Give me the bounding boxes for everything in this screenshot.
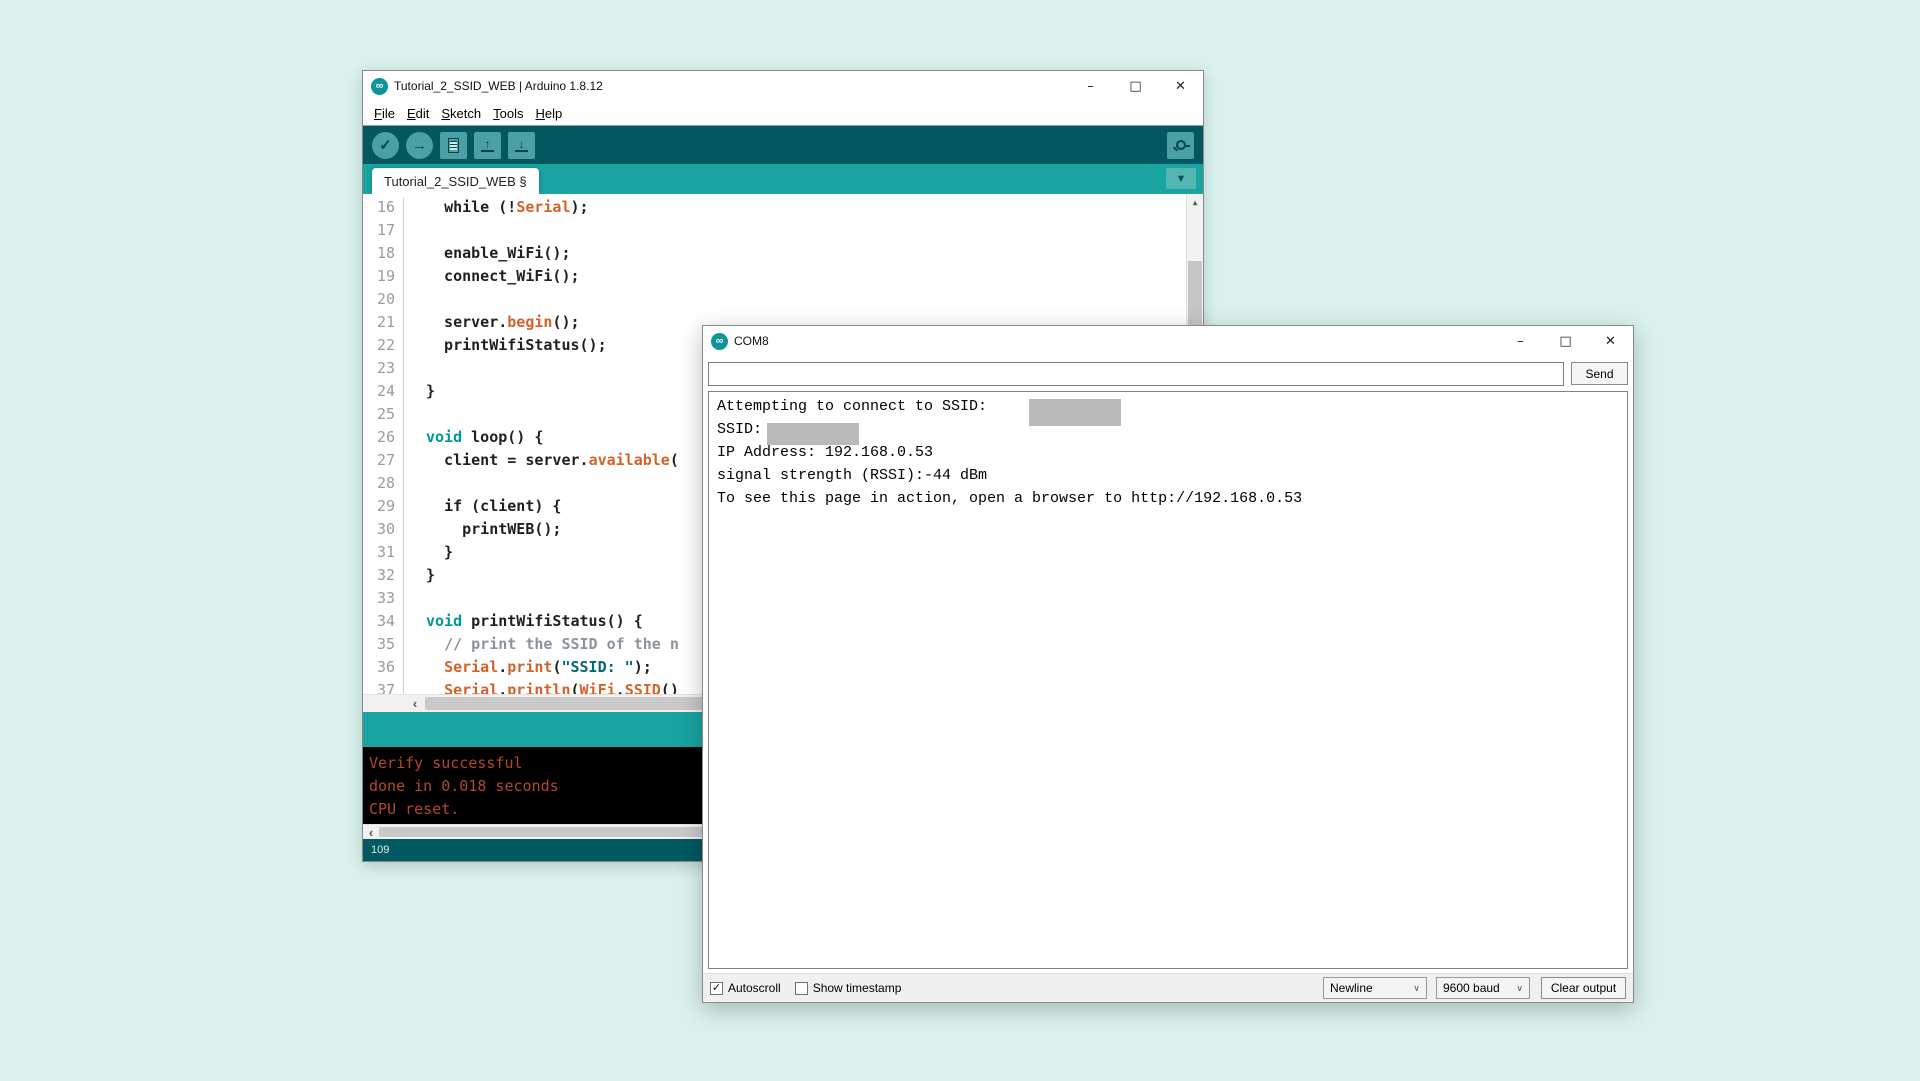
- tab-list-button[interactable]: ▼: [1166, 168, 1196, 189]
- close-button[interactable]: ✕: [1158, 71, 1203, 101]
- serial-monitor-window: ∞ COM8 – □ ✕ Send Attempting to connect …: [702, 325, 1634, 1003]
- scroll-left-icon[interactable]: ‹: [363, 825, 379, 839]
- arduino-logo-icon: ∞: [371, 78, 388, 95]
- scroll-up-icon[interactable]: ▲: [1187, 194, 1203, 211]
- up-arrow-icon: ↑: [481, 139, 494, 152]
- maximize-button[interactable]: □: [1113, 71, 1158, 101]
- minimize-button[interactable]: –: [1068, 71, 1113, 101]
- serial-monitor-controls: ✓ Autoscroll Show timestamp Newline ∨ 96…: [703, 973, 1633, 1002]
- baud-rate-select[interactable]: 9600 baud ∨: [1436, 977, 1530, 999]
- arduino-titlebar[interactable]: ∞ Tutorial_2_SSID_WEB | Arduino 1.8.12 –…: [363, 71, 1203, 101]
- sketch-tab-bar: Tutorial_2_SSID_WEB § ▼: [363, 164, 1203, 194]
- close-button[interactable]: ✕: [1588, 326, 1633, 356]
- serial-output-text: Attempting to connect to SSID:SSID:IP Ad…: [709, 392, 1627, 513]
- window-title: Tutorial_2_SSID_WEB | Arduino 1.8.12: [394, 79, 603, 93]
- redacted-text-block: [1029, 399, 1121, 426]
- menu-tools[interactable]: Tools: [487, 106, 529, 121]
- baud-rate-value: 9600 baud: [1443, 981, 1500, 995]
- line-ending-value: Newline: [1330, 981, 1373, 995]
- send-button[interactable]: Send: [1571, 362, 1628, 385]
- clear-output-button[interactable]: Clear output: [1541, 977, 1626, 999]
- serial-output-area[interactable]: Attempting to connect to SSID:SSID:IP Ad…: [708, 391, 1628, 969]
- scroll-left-icon[interactable]: ‹: [407, 695, 423, 712]
- show-timestamp-label: Show timestamp: [813, 981, 902, 995]
- new-sketch-button[interactable]: [440, 132, 467, 159]
- serial-output-line: IP Address: 192.168.0.53: [717, 444, 1627, 467]
- show-timestamp-checkbox[interactable]: [795, 982, 808, 995]
- down-arrow-icon: ↓: [515, 139, 528, 152]
- code-line: 16 while (!Serial);: [363, 198, 1203, 221]
- arduino-logo-icon: ∞: [711, 333, 728, 350]
- menu-help[interactable]: Help: [529, 106, 568, 121]
- code-line: 18 enable_WiFi();: [363, 244, 1203, 267]
- line-ending-select[interactable]: Newline ∨: [1323, 977, 1427, 999]
- chevron-down-icon: ∨: [1413, 983, 1420, 994]
- autoscroll-checkbox[interactable]: ✓: [710, 982, 723, 995]
- menu-sketch[interactable]: Sketch: [435, 106, 487, 121]
- maximize-button[interactable]: □: [1543, 326, 1588, 356]
- chevron-down-icon: ▼: [1176, 173, 1187, 185]
- board-line-indicator: 109: [371, 844, 389, 856]
- serial-output-line: Attempting to connect to SSID:: [717, 398, 1627, 421]
- serial-titlebar[interactable]: ∞ COM8 – □ ✕: [703, 326, 1633, 356]
- autoscroll-toggle[interactable]: ✓ Autoscroll: [710, 981, 781, 995]
- ide-toolbar: ✓ → ↑ ↓: [363, 126, 1203, 164]
- serial-send-input[interactable]: [708, 362, 1564, 386]
- document-icon: [448, 138, 459, 153]
- serial-output-line: To see this page in action, open a brows…: [717, 490, 1627, 513]
- sketch-tab[interactable]: Tutorial_2_SSID_WEB §: [372, 168, 539, 194]
- show-timestamp-toggle[interactable]: Show timestamp: [795, 981, 902, 995]
- check-icon: ✓: [379, 138, 392, 153]
- menu-bar: FileEditSketchToolsHelp: [363, 101, 1203, 126]
- verify-button[interactable]: ✓: [372, 132, 399, 159]
- serial-output-line: signal strength (RSSI):-44 dBm: [717, 467, 1627, 490]
- code-line: 17: [363, 221, 1203, 244]
- magnifier-icon: [1176, 140, 1186, 150]
- menu-file[interactable]: File: [368, 106, 401, 121]
- code-line: 20: [363, 290, 1203, 313]
- code-line: 19 connect_WiFi();: [363, 267, 1203, 290]
- save-sketch-button[interactable]: ↓: [508, 132, 535, 159]
- minimize-button[interactable]: –: [1498, 326, 1543, 356]
- upload-button[interactable]: →: [406, 132, 433, 159]
- window-title: COM8: [734, 334, 769, 348]
- autoscroll-label: Autoscroll: [728, 981, 781, 995]
- menu-edit[interactable]: Edit: [401, 106, 435, 121]
- open-sketch-button[interactable]: ↑: [474, 132, 501, 159]
- redacted-text-block: [767, 423, 859, 445]
- right-arrow-icon: →: [412, 138, 427, 153]
- serial-monitor-button[interactable]: [1167, 132, 1194, 159]
- chevron-down-icon: ∨: [1516, 983, 1523, 994]
